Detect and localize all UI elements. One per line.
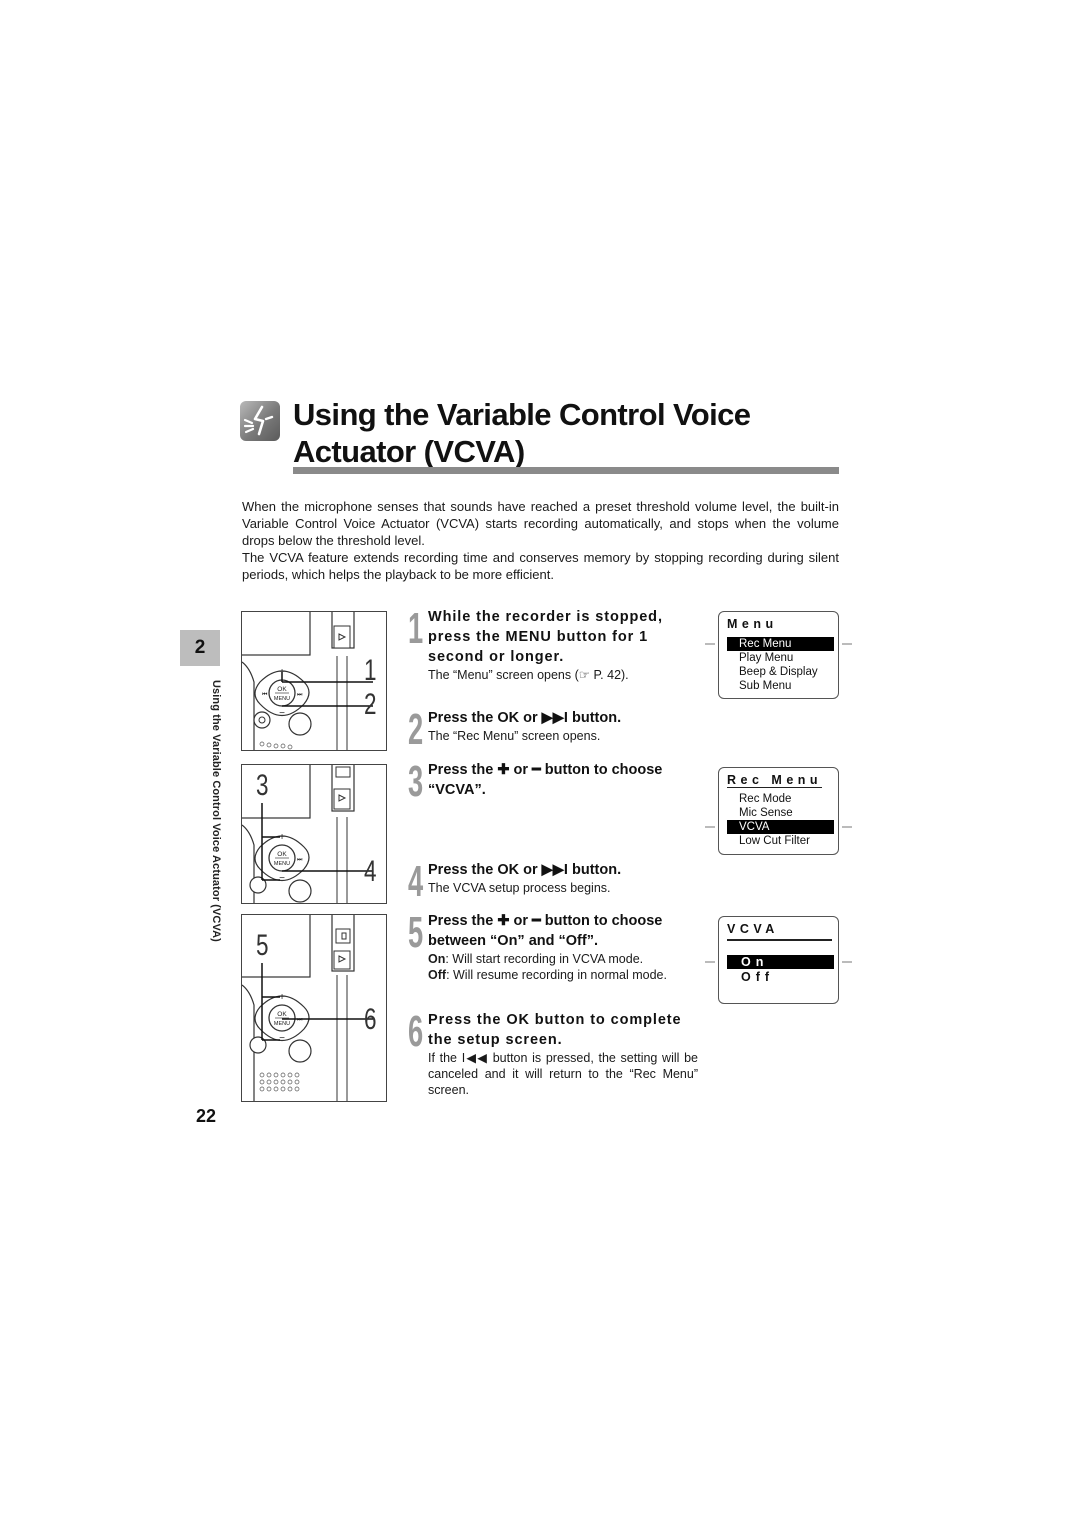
- step-description: If the I◀◀ button is pressed, the settin…: [428, 1051, 698, 1097]
- step-5: 5 Press the ✚ or ━ button to choose betw…: [408, 911, 698, 983]
- off-label: Off: [428, 968, 447, 982]
- svg-text:⏭: ⏭: [297, 692, 303, 698]
- page-number: 22: [196, 1106, 217, 1126]
- device-illustration-2: OK MENU + − ⏭ 3 4: [241, 764, 387, 904]
- step-description-on: On: Will start recording in VCVA mode.: [428, 951, 698, 967]
- step-title: While the recorder is stopped, press the…: [428, 609, 663, 665]
- lcd-item: Off: [741, 970, 775, 984]
- section-side-label-text: Using the Variable Control Voice Actuato…: [210, 680, 222, 942]
- section-side-label: Using the Variable Control Voice Actuato…: [202, 680, 222, 980]
- title-underline-rule: [293, 467, 839, 474]
- lcd-item: Sub Menu: [739, 680, 792, 692]
- device-illustration-3: OK MENU + − ⏭ 5 6: [241, 914, 387, 1102]
- callout-number-3: 3: [256, 769, 269, 802]
- on-label: On: [428, 952, 446, 966]
- on-description: : Will start recording in VCVA mode.: [445, 952, 644, 966]
- intro-paragraph-2: The VCVA feature extends recording time …: [242, 550, 839, 582]
- lcd-item: Play Menu: [739, 652, 794, 664]
- step-number: 2: [408, 705, 424, 754]
- lcd-item-selected: Rec Menu: [727, 637, 834, 651]
- intro-paragraph-1: When the microphone senses that sounds h…: [242, 499, 839, 548]
- svg-text:MENU: MENU: [274, 696, 290, 702]
- step-description: The “Menu” screen opens (☞ P. 42).: [428, 668, 629, 682]
- svg-text:⏮: ⏮: [262, 692, 268, 698]
- step-number: 6: [408, 1007, 424, 1056]
- step-title: Press the OK or ▶▶I button.: [428, 710, 622, 726]
- chapter-tab: 2: [180, 630, 220, 666]
- callout-number-6: 6: [364, 1003, 377, 1036]
- lcd-screen-vcva: VCVA On Off: [705, 916, 852, 1004]
- lcd-item-selected: On: [727, 955, 834, 969]
- blink-indicator: [842, 826, 852, 828]
- svg-text:OK: OK: [277, 1011, 287, 1018]
- svg-text:−: −: [279, 1033, 285, 1044]
- blink-indicator: [705, 961, 715, 963]
- lcd-screen-rec-menu: Rec Menu Rec Mode Mic Sense VCVA Low Cut…: [705, 767, 852, 855]
- step-description: The “Rec Menu” screen opens.: [428, 729, 601, 743]
- lcd-title-rule: [727, 939, 832, 941]
- callout-number-5: 5: [256, 929, 269, 962]
- step-description-off: Off: Will resume recording in normal mod…: [428, 967, 698, 983]
- lcd-title: Menu: [727, 617, 778, 631]
- blink-indicator: [842, 961, 852, 963]
- step-title: Press the OK or ▶▶I button.: [428, 862, 622, 878]
- step-title: Press the ✚ or ━ button to choose “VCVA”…: [428, 762, 663, 798]
- svg-text:⏭: ⏭: [297, 857, 303, 863]
- lcd-item: Rec Mode: [739, 793, 792, 805]
- blink-indicator: [705, 826, 715, 828]
- lcd-item: Mic Sense: [739, 807, 793, 819]
- callout-number-4: 4: [364, 855, 377, 888]
- svg-text:−: −: [279, 708, 285, 719]
- blink-indicator: [705, 643, 715, 645]
- lcd-title: Rec Menu: [727, 773, 823, 788]
- step-2: 2 Press the OK or ▶▶I button. The “Rec M…: [408, 708, 698, 752]
- svg-text:−: −: [279, 873, 285, 884]
- step-3: 3 Press the ✚ or ━ button to choose “VCV…: [408, 760, 698, 804]
- step-4: 4 Press the OK or ▶▶I button. The VCVA s…: [408, 860, 698, 904]
- step-number: 5: [408, 908, 424, 957]
- page-title: Using the Variable Control Voice Actuato…: [293, 396, 751, 470]
- blink-indicator: [842, 643, 852, 645]
- vcva-voice-actuator-icon: [240, 401, 280, 441]
- page-title-line-1: Using the Variable Control Voice: [293, 397, 751, 432]
- step-1: 1 While the recorder is stopped, press t…: [408, 607, 698, 683]
- lcd-item-selected: VCVA: [727, 820, 834, 834]
- off-description: : Will resume recording in normal mode.: [446, 968, 667, 982]
- step-title: Press the ✚ or ━ button to choose betwee…: [428, 913, 663, 949]
- device-illustration-1: OK MENU + − ⏮ ⏭ 1 2: [241, 611, 387, 751]
- lcd-item: Low Cut Filter: [739, 835, 810, 847]
- step-number: 3: [408, 757, 424, 806]
- svg-text:OK: OK: [277, 686, 287, 693]
- svg-text:OK: OK: [277, 851, 287, 858]
- svg-text:⏭: ⏭: [297, 1017, 303, 1023]
- lcd-screen-menu: Menu Rec Menu Play Menu Beep & Display S…: [705, 611, 852, 699]
- svg-text:MENU: MENU: [274, 861, 290, 867]
- step-title: Press the OK button to complete the setu…: [428, 1012, 682, 1048]
- intro-text: When the microphone senses that sounds h…: [242, 498, 839, 583]
- callout-number-2: 2: [364, 688, 377, 721]
- svg-text:MENU: MENU: [274, 1021, 290, 1027]
- step-number: 1: [408, 604, 424, 653]
- step-number: 4: [408, 857, 424, 906]
- step-description: The VCVA setup process begins.: [428, 881, 611, 895]
- step-6: 6 Press the OK button to complete the se…: [408, 1010, 698, 1098]
- chapter-number: 2: [194, 637, 206, 658]
- page-title-line-2: Actuator (VCVA): [293, 434, 525, 469]
- lcd-item: Beep & Display: [739, 666, 818, 678]
- callout-number-1: 1: [364, 654, 377, 687]
- lcd-title: VCVA: [727, 922, 779, 936]
